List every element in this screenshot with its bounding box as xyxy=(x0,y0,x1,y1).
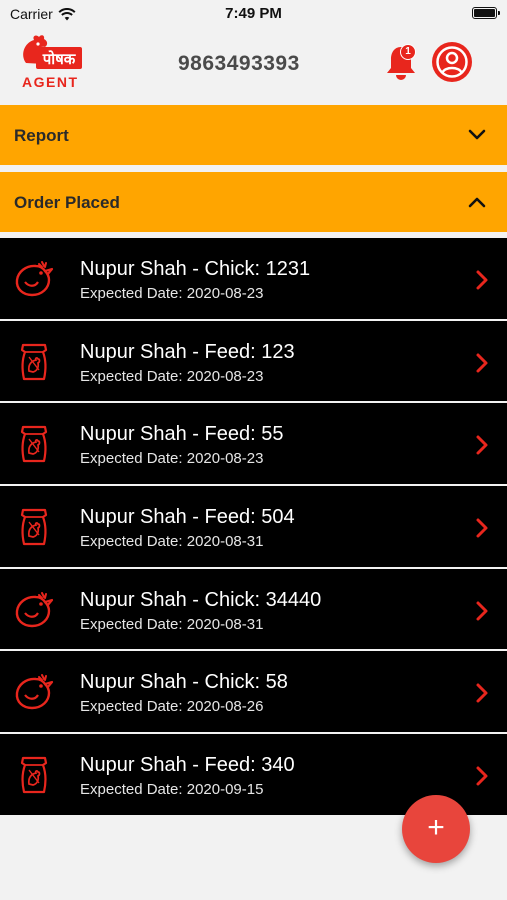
chevron-right-icon xyxy=(476,435,488,455)
order-row[interactable]: Nupur Shah - Feed: 123 Expected Date: 20… xyxy=(0,320,507,404)
chick-icon xyxy=(15,261,54,297)
add-order-button[interactable]: + xyxy=(402,795,470,863)
chick-icon xyxy=(15,591,54,627)
order-title: Nupur Shah - Chick: 1231 xyxy=(80,258,311,280)
agent-phone-number: 9863493393 xyxy=(178,52,300,75)
user-icon xyxy=(436,46,468,78)
order-expected-date: Expected Date: 2020-08-23 xyxy=(80,285,264,302)
order-list: Nupur Shah - Chick: 1231 Expected Date: … xyxy=(0,238,507,817)
feed-bag-icon xyxy=(20,508,48,546)
order-expected-date: Expected Date: 2020-08-31 xyxy=(80,615,264,633)
logo-agent-label: AGENT xyxy=(22,74,79,90)
order-expected-date: Expected Date: 2020-08-23 xyxy=(80,367,264,385)
order-row[interactable]: Nupur Shah - Chick: 1231 Expected Date: … xyxy=(0,238,507,321)
section-report[interactable]: Report xyxy=(0,105,507,165)
order-expected-date: Expected Date: 2020-09-15 xyxy=(80,781,264,799)
status-time: 7:49 PM xyxy=(225,5,282,22)
section-order-placed[interactable]: Order Placed xyxy=(0,172,507,232)
order-title: Nupur Shah - Feed: 55 xyxy=(80,423,284,446)
order-expected-date: Expected Date: 2020-08-31 xyxy=(80,533,264,551)
order-row[interactable]: Nupur Shah - Chick: 34440 Expected Date:… xyxy=(0,568,507,652)
chevron-right-icon xyxy=(476,353,488,373)
order-title: Nupur Shah - Chick: 58 xyxy=(80,671,288,694)
status-bar: Carrier 7:49 PM xyxy=(0,0,507,28)
logo-text: पोषक xyxy=(42,50,77,68)
feed-bag-icon xyxy=(20,426,48,463)
order-expected-date: Expected Date: 2020-08-26 xyxy=(80,698,264,716)
order-title: Nupur Shah - Feed: 340 xyxy=(80,754,295,777)
order-row[interactable]: Nupur Shah - Chick: 58 Expected Date: 20… xyxy=(0,651,507,735)
chevron-right-icon xyxy=(476,270,488,290)
order-row[interactable]: Nupur Shah - Feed: 504 Expected Date: 20… xyxy=(0,486,507,569)
section-report-label: Report xyxy=(14,126,69,145)
order-title: Nupur Shah - Feed: 504 xyxy=(80,506,295,529)
profile-button[interactable] xyxy=(432,42,472,82)
feed-bag-icon xyxy=(20,757,48,794)
order-title: Nupur Shah - Chick: 34440 xyxy=(80,588,322,611)
chevron-right-icon xyxy=(476,683,488,703)
app-header: पोषक AGENT 9863493393 1 xyxy=(0,28,507,104)
section-order-placed-label: Order Placed xyxy=(14,193,120,212)
chevron-up-icon xyxy=(468,197,486,208)
order-title: Nupur Shah - Feed: 123 xyxy=(80,340,295,363)
order-row[interactable]: Nupur Shah - Feed: 55 Expected Date: 202… xyxy=(0,403,507,487)
order-expected-date: Expected Date: 2020-08-23 xyxy=(80,450,264,468)
chevron-down-icon xyxy=(468,129,486,140)
chevron-right-icon xyxy=(476,766,488,786)
notification-badge: 1 xyxy=(400,44,416,60)
chevron-right-icon xyxy=(476,601,488,621)
chevron-right-icon xyxy=(476,518,488,538)
feed-bag-icon xyxy=(20,343,48,380)
battery-icon xyxy=(472,7,500,19)
chick-icon xyxy=(15,674,54,710)
